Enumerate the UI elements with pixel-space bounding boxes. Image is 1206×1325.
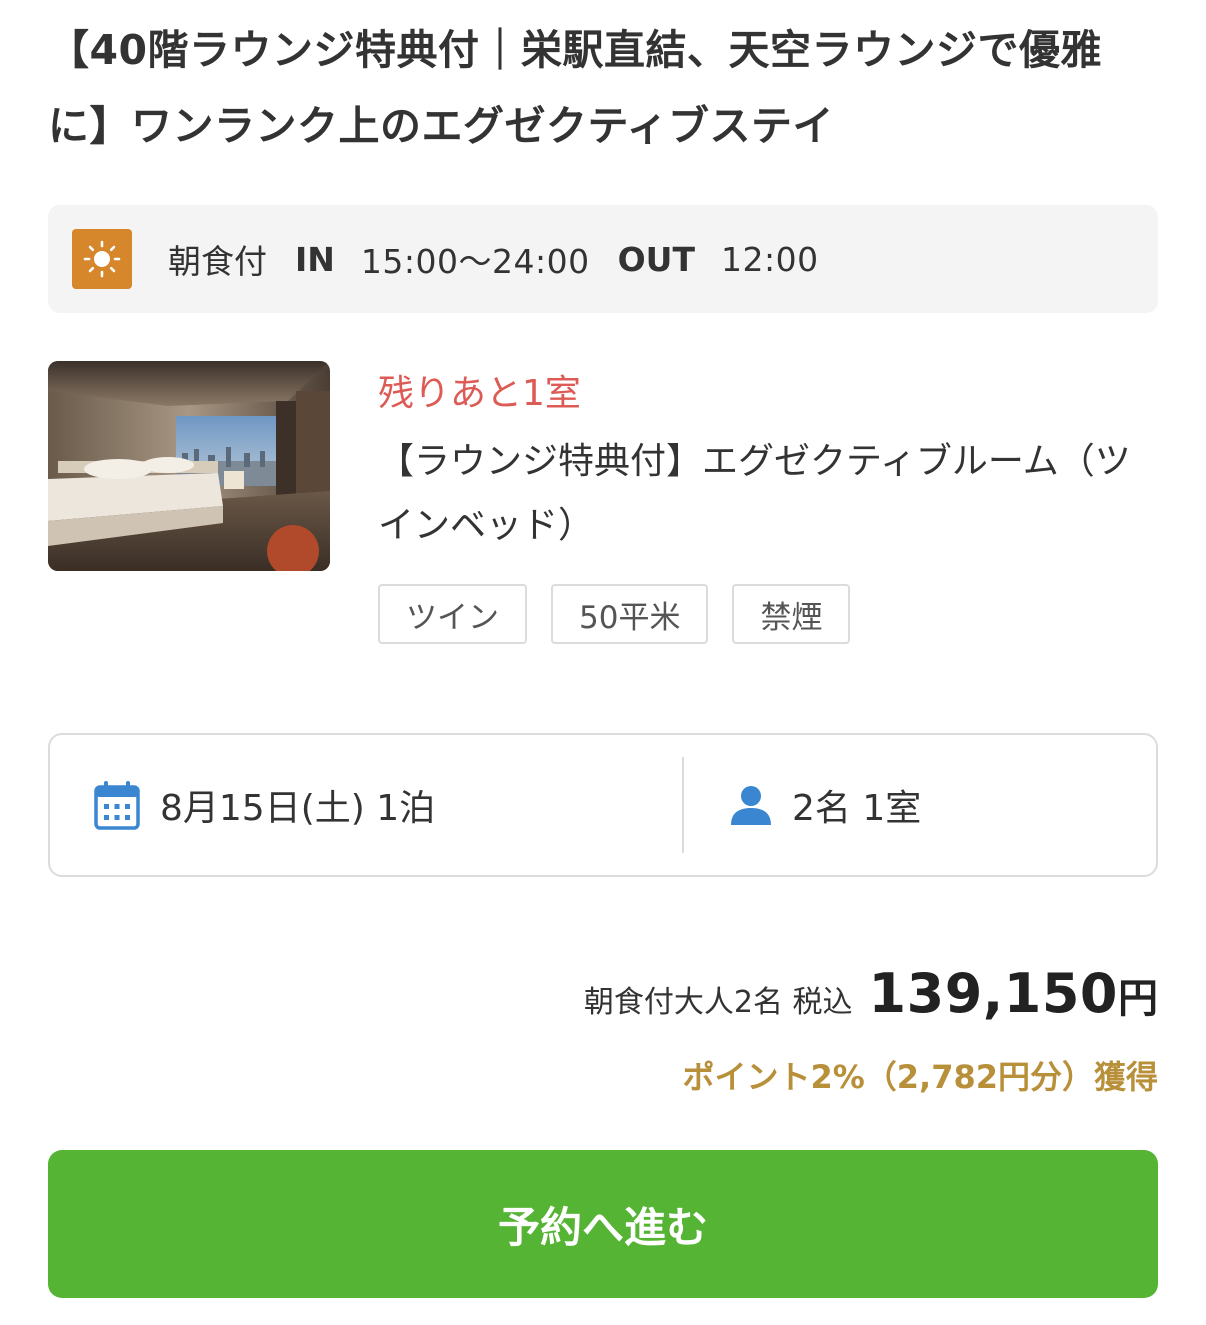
points-earned: ポイント2%（2,782円分）獲得 xyxy=(682,1058,1158,1096)
plan-title: 【40階ラウンジ特典付｜栄駅直結、天空ラウンジで優雅に】ワンランク上のエグゼクテ… xyxy=(48,26,1103,150)
reserve-button[interactable]: 予約へ進む xyxy=(48,1150,1158,1298)
price-amount: 139,150 xyxy=(868,962,1118,1025)
checkout-time: 12:00 xyxy=(720,239,819,279)
stay-conditions: 8月15日(土) 1泊 2名 1室 xyxy=(48,733,1158,877)
checkin-time: 15:00〜24:00 xyxy=(360,242,590,281)
rooms-remaining: 残りあと1室 xyxy=(378,373,581,414)
checkin-label: IN xyxy=(295,239,335,279)
plan-info-bar: 朝食付 IN 15:00〜24:00 OUT 12:00 xyxy=(48,205,1158,313)
room-name[interactable]: 【ラウンジ特典付】エグゼクティブルーム（ツインベッド） xyxy=(378,430,1148,558)
sun-icon xyxy=(72,229,132,289)
meal-label: 朝食付 xyxy=(168,242,267,281)
guests-value: 2名 1室 xyxy=(792,788,922,829)
room-tag: ツイン xyxy=(378,584,527,644)
calendar-icon xyxy=(94,780,140,830)
checkout-label: OUT xyxy=(617,239,695,279)
room-tag: 禁煙 xyxy=(732,584,851,644)
room-tags: ツイン 50平米 禁煙 xyxy=(378,584,874,644)
person-icon xyxy=(730,784,772,826)
date-value: 8月15日(土) 1泊 xyxy=(160,788,436,829)
price-unit: 円 xyxy=(1118,976,1158,1022)
room-photo[interactable] xyxy=(48,361,330,571)
room-tag: 50平米 xyxy=(551,584,709,644)
price-label: 朝食付大人2名 税込 xyxy=(583,985,853,1020)
price-row: 朝食付大人2名 税込 139,150 円 xyxy=(584,962,1158,1025)
guest-selector[interactable]: 2名 1室 xyxy=(684,735,1156,875)
date-selector[interactable]: 8月15日(土) 1泊 xyxy=(50,735,682,875)
plan-info-row: 朝食付 IN 15:00〜24:00 OUT 12:00 xyxy=(168,205,847,313)
